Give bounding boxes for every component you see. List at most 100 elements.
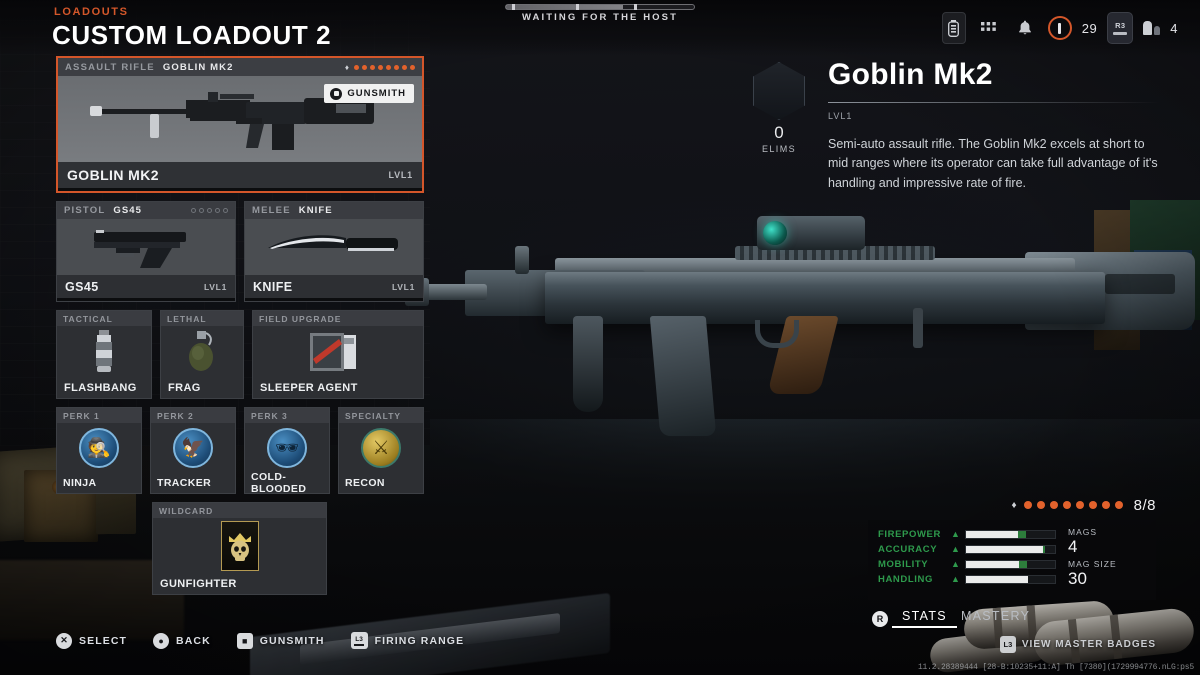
action-bar: ✕ SELECT ● BACK ■ GUNSMITH L3 FIRING RAN… — [56, 632, 464, 649]
action-gunsmith[interactable]: ■ GUNSMITH — [236, 632, 325, 649]
specialty-category: SPECIALTY — [345, 410, 402, 421]
stat-track-accuracy — [964, 544, 1056, 554]
melee-name: KNIFE — [253, 279, 293, 294]
firing-range-label: FIRING RANGE — [374, 634, 465, 647]
weapon-detail-title: Goblin Mk2 — [828, 58, 993, 91]
secondary-weapon-card[interactable]: PISTOL GS45 GS45 LVL1 — [56, 201, 236, 302]
sleeper-agent-icon — [310, 333, 356, 371]
notifications-bell-icon[interactable] — [1012, 15, 1038, 41]
specialty-card[interactable]: SPECIALTY ⚔ RECON — [338, 407, 424, 494]
ring-indicator-icon[interactable] — [1047, 16, 1072, 40]
field-upgrade-card[interactable]: FIELD UPGRADE SLEEPER AGENT — [252, 310, 424, 399]
melee-progress-underbar — [245, 298, 423, 301]
elims-badge: 0 ELIMS — [748, 58, 810, 193]
tab-stats[interactable]: STATS — [892, 609, 957, 628]
wildcard-card[interactable]: WILDCARD GUNFIGHTER — [152, 502, 327, 595]
primary-progress-underbar — [58, 188, 422, 191]
pistol-silhouette-icon — [94, 230, 186, 268]
wildcard-name: GUNFIGHTER — [160, 578, 237, 590]
weapon-description: Semi-auto assault rifle. The Goblin Mk2 … — [828, 137, 1158, 190]
wildcard-category: WILDCARD — [159, 505, 214, 516]
mags-label: MAGS — [1068, 526, 1098, 537]
apps-grid-icon[interactable] — [976, 15, 1002, 41]
tab-mastery[interactable]: MASTERY — [961, 609, 1030, 628]
rifle-foregrip — [573, 316, 603, 412]
primary-level: LVL1 — [388, 170, 413, 180]
melee-category: MELEE — [252, 205, 291, 216]
party-count: 4 — [1170, 20, 1178, 36]
frag-grenade-icon — [189, 331, 213, 371]
stat-caret-icon: ▲ — [951, 559, 960, 570]
secondary-weapon-art — [57, 219, 235, 275]
secondary-name: GS45 — [65, 279, 99, 294]
weapon-detail-level: LVL1 — [828, 111, 853, 121]
r3-key-button[interactable]: R3 — [1107, 12, 1134, 44]
stat-row: MOBILITY ▲ — [878, 557, 1056, 572]
stat-caret-icon: ▲ — [951, 529, 960, 540]
tab-toggle-key[interactable]: R — [872, 610, 888, 627]
lethal-name: FRAG — [168, 382, 201, 394]
breadcrumb-loadouts: LOADOUTS — [54, 6, 129, 18]
perk-2-card[interactable]: PERK 2 🦅 TRACKER — [150, 407, 236, 494]
stat-track-mobility — [964, 559, 1056, 569]
primary-category: ASSAULT RIFLE — [65, 61, 155, 73]
secondary-header-name: GS45 — [113, 205, 143, 216]
gunsmith-button[interactable]: GUNSMITH — [324, 84, 414, 103]
stat-row: ACCURACY ▲ — [878, 542, 1056, 557]
page-title: CUSTOM LOADOUT 2 — [52, 20, 332, 50]
melee-header: MELEE KNIFE — [245, 202, 423, 219]
action-firing-range[interactable]: L3 FIRING RANGE — [350, 632, 465, 649]
melee-weapon-card[interactable]: MELEE KNIFE KNIFE LVL1 — [244, 201, 424, 302]
lethal-card[interactable]: LETHAL FRAG — [160, 310, 244, 399]
melee-weapon-art — [245, 219, 423, 275]
ring-count: 29 — [1081, 20, 1098, 36]
stats-panel: ♦ 8/8 FIREPOWER ▲ ACCURACY ▲ MOBILITY ▲ … — [868, 497, 1156, 628]
gunsmith-button-icon — [330, 87, 343, 100]
gunsmith-label: GUNSMITH — [347, 88, 406, 99]
lethal-category: LETHAL — [167, 313, 207, 324]
attachment-slot-icon: ♦ — [1011, 499, 1017, 511]
view-master-badges-button[interactable]: L3 VIEW MASTER BADGES — [999, 636, 1156, 653]
top-bar: LOADOUTS CUSTOM LOADOUT 2 WAITING FOR TH… — [0, 0, 1200, 56]
stat-caret-icon: ▲ — [951, 544, 960, 555]
primary-weapon-card[interactable]: ASSAULT RIFLE GOBLIN MK2 ♦ GUNSMITH GOBL… — [56, 56, 424, 193]
debug-build-string: 11.2.28389444 [28-B:10235+11:A] Th [7380… — [917, 663, 1194, 672]
action-select[interactable]: ✕ SELECT — [56, 632, 128, 649]
lethal-art — [161, 326, 243, 378]
detail-divider — [828, 102, 1160, 103]
specialty-name: RECON — [345, 477, 385, 489]
perk-1-category: PERK 1 — [63, 410, 100, 421]
r3-key-label: R3 — [1115, 21, 1126, 30]
perk-3-category: PERK 3 — [251, 410, 288, 421]
stat-row: FIREPOWER ▲ — [878, 527, 1056, 542]
party-members-icon[interactable] — [1143, 21, 1161, 35]
hud-cluster: 29 R3 4 — [941, 12, 1178, 44]
rifle-front-sight — [515, 246, 529, 274]
stat-label-accuracy: ACCURACY — [878, 543, 938, 555]
back-button-icon: ● — [153, 632, 170, 649]
cold-blooded-perk-icon: 🕶 — [267, 428, 307, 468]
tactical-card[interactable]: TACTICAL FLASHBANG — [56, 310, 152, 399]
action-back[interactable]: ● BACK — [153, 632, 211, 649]
stat-track-firepower — [964, 529, 1056, 539]
mags-value: 4 — [1068, 536, 1078, 556]
gunsmith-action-label: GUNSMITH — [259, 634, 325, 647]
field-upgrade-category: FIELD UPGRADE — [259, 313, 342, 324]
secondary-footer: GS45 LVL1 — [57, 275, 235, 298]
flashbang-icon — [96, 330, 112, 372]
stat-bars: FIREPOWER ▲ ACCURACY ▲ MOBILITY ▲ HANDLI… — [878, 527, 1056, 592]
stat-label-mobility: MOBILITY — [878, 558, 929, 570]
primary-weapon-art: GUNSMITH — [58, 76, 422, 162]
eagle-perk-icon: 🦅 — [173, 428, 213, 468]
perk-3-name: COLD-BLOODED — [251, 471, 307, 495]
perk-1-card[interactable]: PERK 1 🕵 NINJA — [56, 407, 142, 494]
primary-name: GOBLIN MK2 — [67, 167, 159, 183]
perk-3-card[interactable]: PERK 3 🕶 COLD-BLOODED — [244, 407, 330, 495]
rifle-trigger-guard — [755, 320, 799, 348]
select-label: SELECT — [79, 634, 128, 647]
primary-weapon-header: ASSAULT RIFLE GOBLIN MK2 ♦ — [58, 58, 422, 76]
battery-icon[interactable] — [941, 12, 966, 44]
stat-row: HANDLING ▲ — [878, 572, 1056, 587]
attachment-count: 8/8 — [1133, 496, 1156, 514]
l3-key-icon: L3 — [999, 636, 1016, 653]
